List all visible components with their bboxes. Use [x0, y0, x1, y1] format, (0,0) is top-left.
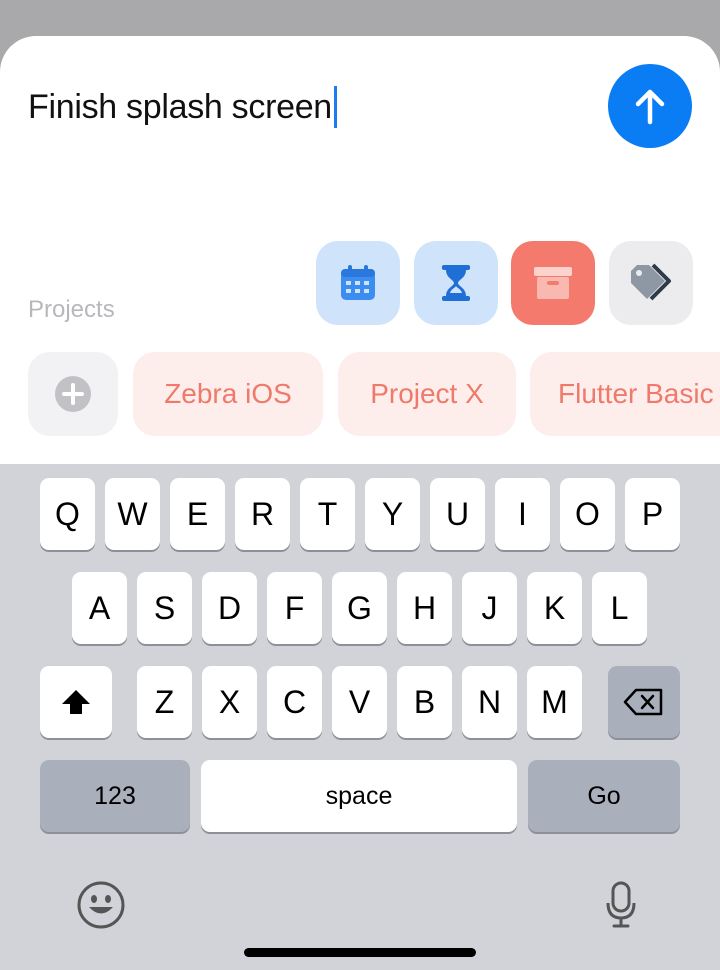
space-key[interactable]: space: [201, 760, 517, 832]
microphone-icon: [606, 881, 636, 928]
project-chip[interactable]: Zebra iOS: [133, 352, 323, 436]
key-a[interactable]: A: [72, 572, 127, 644]
calendar-icon: [341, 265, 375, 300]
key-c[interactable]: C: [267, 666, 322, 738]
text-caret: [333, 86, 337, 128]
shift-key[interactable]: [40, 666, 112, 738]
key-u[interactable]: U: [430, 478, 485, 550]
key-k[interactable]: K: [527, 572, 582, 644]
tags-button[interactable]: [609, 241, 693, 325]
key-g[interactable]: G: [332, 572, 387, 644]
delete-key[interactable]: [608, 666, 680, 738]
go-key[interactable]: Go: [528, 760, 680, 832]
arrow-up-icon: [635, 89, 665, 125]
key-j[interactable]: J: [462, 572, 517, 644]
key-y[interactable]: Y: [365, 478, 420, 550]
projects-list: Zebra iOS Project X Flutter Basic: [0, 352, 720, 436]
key-x[interactable]: X: [202, 666, 257, 738]
keyboard: Q W E R T Y U I O P A S D F G H J K L Z …: [0, 464, 720, 970]
emoji-button[interactable]: [74, 878, 128, 932]
key-n[interactable]: N: [462, 666, 517, 738]
archive-button[interactable]: [511, 241, 595, 325]
send-button[interactable]: [608, 64, 692, 148]
key-i[interactable]: I: [495, 478, 550, 550]
task-title-field[interactable]: Finish splash screen: [28, 86, 337, 128]
key-h[interactable]: H: [397, 572, 452, 644]
archive-box-icon: [534, 267, 572, 299]
key-s[interactable]: S: [137, 572, 192, 644]
project-chip[interactable]: Flutter Basic: [530, 352, 720, 436]
tag-icon: [631, 263, 671, 301]
key-p[interactable]: P: [625, 478, 680, 550]
dictation-button[interactable]: [598, 878, 644, 932]
numbers-key[interactable]: 123: [40, 760, 190, 832]
projects-label: Projects: [28, 296, 115, 323]
key-q[interactable]: Q: [40, 478, 95, 550]
plus-circle-icon: [55, 376, 91, 412]
key-m[interactable]: M: [527, 666, 582, 738]
backspace-icon: [623, 688, 663, 716]
key-f[interactable]: F: [267, 572, 322, 644]
key-w[interactable]: W: [105, 478, 160, 550]
task-title-text[interactable]: Finish splash screen: [28, 88, 332, 127]
shift-icon: [62, 690, 90, 714]
add-project-button[interactable]: [28, 352, 118, 436]
key-d[interactable]: D: [202, 572, 257, 644]
key-e[interactable]: E: [170, 478, 225, 550]
hourglass-icon: [442, 265, 470, 301]
emoji-icon: [77, 881, 125, 929]
key-r[interactable]: R: [235, 478, 290, 550]
project-chip[interactable]: Project X: [338, 352, 516, 436]
key-o[interactable]: O: [560, 478, 615, 550]
key-v[interactable]: V: [332, 666, 387, 738]
key-t[interactable]: T: [300, 478, 355, 550]
home-indicator: [244, 948, 476, 957]
key-b[interactable]: B: [397, 666, 452, 738]
key-l[interactable]: L: [592, 572, 647, 644]
key-z[interactable]: Z: [137, 666, 192, 738]
duration-button[interactable]: [414, 241, 498, 325]
due-date-button[interactable]: [316, 241, 400, 325]
new-task-sheet: Finish splash screen Projects Zebra iOS …: [0, 36, 720, 464]
